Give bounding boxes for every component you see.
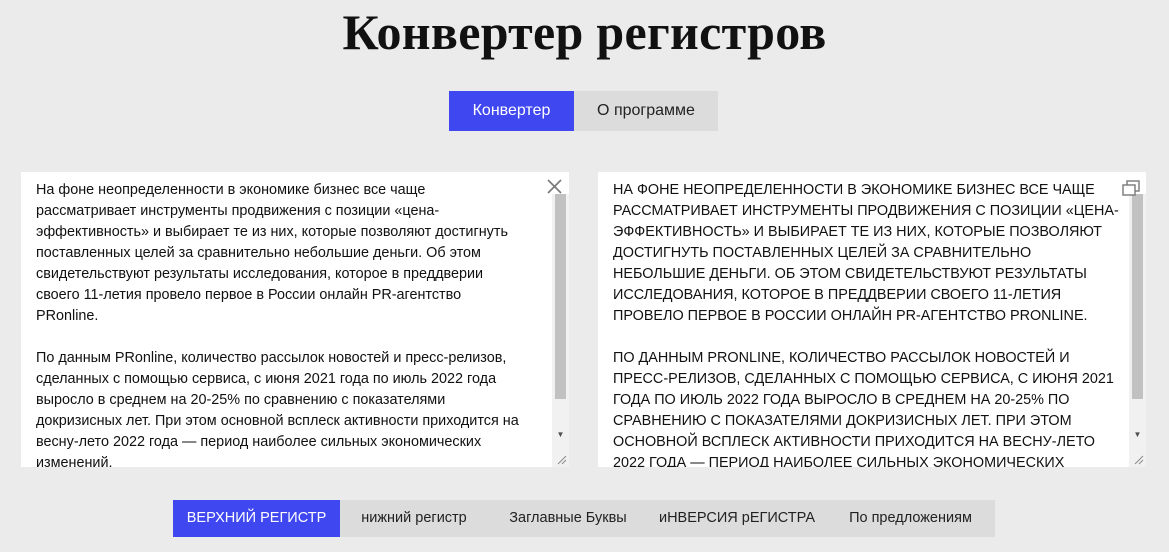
scroll-down-arrow-icon[interactable]: ▼ (552, 429, 569, 441)
input-scroll-thumb[interactable] (555, 194, 566, 399)
output-textarea[interactable]: НА ФОНЕ НЕОПРЕДЕЛЕННОСТИ В ЭКОНОМИКЕ БИЗ… (598, 172, 1146, 467)
mode-lower-button[interactable]: нижний регистр (340, 500, 488, 537)
input-text[interactable]: На фоне неопределенности в экономике биз… (36, 180, 521, 467)
tab-about[interactable]: О программе (574, 91, 718, 131)
copy-icon[interactable] (1122, 180, 1140, 196)
output-text[interactable]: НА ФОНЕ НЕОПРЕДЕЛЕННОСТИ В ЭКОНОМИКЕ БИЗ… (613, 180, 1123, 467)
output-scroll-thumb[interactable] (1132, 194, 1143, 399)
mode-sentence-button[interactable]: По предложениям (826, 500, 995, 537)
case-mode-bar: ВЕРХНИЙ РЕГИСТР нижний регистр Заглавные… (173, 500, 995, 537)
input-textarea[interactable]: На фоне неопределенности в экономике биз… (21, 172, 569, 467)
mode-invert-button[interactable]: иНВЕРСИЯ рЕГИСТРА (648, 500, 826, 537)
output-scrollbar[interactable]: ▼ (1129, 194, 1146, 467)
page-title: Конвертер регистров (342, 4, 827, 60)
mode-capitalize-button[interactable]: Заглавные Буквы (488, 500, 648, 537)
resize-grip-icon[interactable] (555, 453, 567, 465)
scroll-down-arrow-icon[interactable]: ▼ (1129, 429, 1146, 441)
resize-grip-icon[interactable] (1132, 453, 1144, 465)
tab-converter[interactable]: Конвертер (449, 91, 574, 131)
mode-upper-button[interactable]: ВЕРХНИЙ РЕГИСТР (173, 500, 340, 537)
tab-bar: Конвертер О программе (449, 91, 718, 131)
input-scrollbar[interactable]: ▼ (552, 194, 569, 467)
close-icon[interactable] (546, 178, 563, 195)
